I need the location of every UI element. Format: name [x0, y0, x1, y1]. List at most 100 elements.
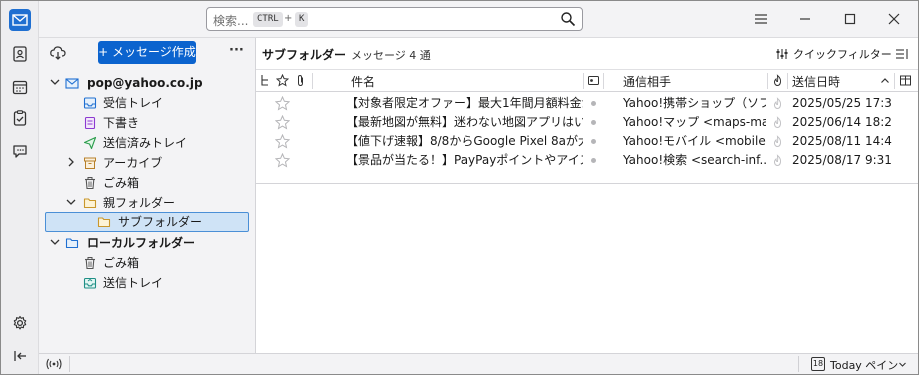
trash-icon	[85, 177, 95, 190]
chevron-down-icon	[899, 362, 906, 367]
thread-column-icon[interactable]	[259, 74, 272, 87]
attachment-column-icon[interactable]	[294, 74, 307, 87]
column-picker-icon[interactable]	[899, 74, 912, 87]
folder-local-trash[interactable]: ごみ箱	[45, 253, 250, 273]
column-separator[interactable]	[894, 73, 895, 89]
folder-subfolder[interactable]: サブフォルダー	[45, 212, 249, 232]
message-row[interactable]: 【値下げ速報】8/8からGoogle Pixel 8aが大特... Yahoo!…	[256, 132, 918, 151]
folder-label: 親フォルダー	[103, 196, 176, 210]
get-messages-icon[interactable]	[49, 44, 67, 62]
read-status-column-icon[interactable]	[587, 74, 600, 87]
local-folder-icon	[65, 238, 79, 249]
folder-archive[interactable]: アーカイブ	[45, 153, 250, 173]
read-status-dot-icon[interactable]	[591, 158, 596, 163]
chevron-down-icon[interactable]	[48, 235, 62, 249]
message-subject: 【対象者限定オファー】最大1年間月額料金が...	[346, 96, 583, 110]
column-separator[interactable]	[787, 73, 788, 89]
chevron-down-icon[interactable]	[64, 195, 78, 209]
folder-label: アーカイブ	[103, 156, 163, 170]
trash-icon	[85, 257, 95, 270]
inbox-icon	[83, 97, 97, 109]
folder-label: ごみ箱	[103, 176, 140, 190]
folder-drafts[interactable]: 下書き	[45, 113, 250, 133]
message-row[interactable]: 【最新地図が無料】迷わない地図アプリはいか... Yahoo!マップ <maps…	[256, 113, 918, 132]
column-separator[interactable]	[603, 73, 604, 89]
tasks-icon[interactable]	[11, 109, 29, 127]
folder-parent[interactable]: 親フォルダー	[45, 193, 250, 213]
drafts-icon	[84, 116, 96, 130]
quick-filter-label: クイックフィルター	[793, 48, 892, 61]
collapse-spaces-icon[interactable]	[11, 347, 29, 365]
column-separator[interactable]	[767, 73, 768, 89]
filter-icon	[776, 49, 788, 59]
folder-label: 送信トレイ	[103, 276, 164, 290]
subject-column-header[interactable]: 件名	[351, 73, 375, 90]
today-pane-label: Today ペイン	[830, 359, 899, 372]
chevron-down-icon[interactable]	[48, 75, 62, 89]
calendar-day-icon: 18	[811, 357, 825, 371]
star-column-icon[interactable]	[276, 74, 289, 87]
star-icon[interactable]	[275, 96, 290, 111]
junk-flame-icon[interactable]	[771, 135, 784, 148]
read-status-dot-icon[interactable]	[591, 139, 596, 144]
message-subject: 【最新地図が無料】迷わない地図アプリはいか...	[346, 115, 583, 129]
search-input[interactable]: 検索... CTRL + K	[206, 7, 583, 31]
date-column-header[interactable]: 送信日時	[792, 73, 840, 90]
read-status-dot-icon[interactable]	[591, 120, 596, 125]
title-bar: 検索... CTRL + K	[1, 1, 918, 38]
address-book-icon[interactable]	[11, 45, 29, 63]
column-separator[interactable]	[583, 73, 584, 89]
message-row[interactable]: 【対象者限定オファー】最大1年間月額料金が... Yahoo!携帯ショップ（ソフ…	[256, 94, 918, 113]
junk-flame-icon[interactable]	[771, 154, 784, 167]
folder-local-folders[interactable]: ローカルフォルダー	[45, 233, 250, 253]
status-bar: 18 Today ペイン	[39, 353, 918, 374]
folder-icon	[97, 217, 111, 228]
thunderbird-window: 検索... CTRL + K + メッセージ作成 ··· pop@yahoo.c…	[0, 0, 919, 375]
minimize-icon[interactable]	[795, 9, 815, 29]
chat-icon[interactable]	[11, 142, 29, 160]
online-status-icon[interactable]	[46, 357, 62, 371]
message-date: 2025/08/17 9:31	[792, 153, 892, 167]
plus-sign: +	[284, 13, 293, 24]
chevron-right-icon[interactable]	[64, 155, 78, 169]
folder-inbox[interactable]: 受信トレイ	[45, 93, 250, 113]
close-icon[interactable]	[884, 9, 904, 29]
search-icon[interactable]	[560, 11, 576, 27]
column-separator[interactable]	[312, 73, 313, 89]
calendar-icon[interactable]	[11, 78, 29, 96]
folder-trash[interactable]: ごみ箱	[45, 173, 250, 193]
folder-label: 受信トレイ	[103, 96, 164, 110]
star-icon[interactable]	[275, 134, 290, 149]
settings-gear-icon[interactable]	[11, 314, 29, 332]
search-placeholder: 検索...	[213, 14, 249, 28]
message-date: 2025/06/14 18:26	[792, 115, 892, 129]
message-date: 2025/08/11 14:46	[792, 134, 892, 148]
account-icon	[65, 78, 79, 89]
message-row[interactable]: 【景品が当たる！】PayPayポイントやアイスが当... Yahoo!検索 <s…	[256, 151, 918, 170]
star-icon[interactable]	[275, 153, 290, 168]
message-date: 2025/05/25 17:30	[792, 96, 892, 110]
read-status-dot-icon[interactable]	[591, 101, 596, 106]
compose-button[interactable]: + メッセージ作成	[98, 41, 196, 64]
hamburger-menu-icon[interactable]	[751, 9, 771, 29]
message-count: メッセージ 4 通	[351, 49, 431, 62]
today-pane-toggle[interactable]: 18 Today ペイン	[809, 355, 913, 373]
mail-space-icon[interactable]	[9, 9, 31, 31]
junk-status-column-icon[interactable]	[771, 74, 784, 87]
folder-pane-more-button[interactable]: ···	[229, 43, 244, 58]
message-correspondent: Yahoo!マップ <maps-mas...	[623, 115, 766, 129]
sort-ascending-icon	[881, 78, 889, 83]
list-display-options-icon[interactable]	[895, 47, 909, 61]
message-list-header: サブフォルダー メッセージ 4 通 クイックフィルター	[256, 38, 918, 70]
junk-flame-icon[interactable]	[771, 97, 784, 110]
junk-flame-icon[interactable]	[771, 116, 784, 129]
star-icon[interactable]	[275, 115, 290, 130]
folder-outbox[interactable]: 送信トレイ	[45, 273, 250, 293]
correspondent-column-header[interactable]: 通信相手	[623, 73, 671, 90]
k-key-hint: K	[295, 12, 309, 27]
maximize-icon[interactable]	[840, 9, 860, 29]
folder-sent[interactable]: 送信済みトレイ	[45, 133, 250, 153]
account-pop-yahoo[interactable]: pop@yahoo.co.jp	[45, 73, 250, 93]
message-list-divider	[256, 183, 918, 184]
folder-title: サブフォルダー	[262, 48, 347, 62]
